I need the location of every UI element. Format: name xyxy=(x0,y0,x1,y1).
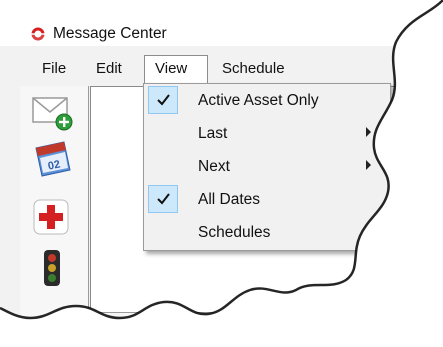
menu-item-label: Schedules xyxy=(198,224,271,241)
menu-file[interactable]: File xyxy=(32,55,76,83)
submenu-arrow-icon xyxy=(366,226,371,236)
check-box-highlight xyxy=(148,86,178,114)
submenu-arrow-icon xyxy=(366,127,371,137)
window-title: Message Center xyxy=(53,25,167,42)
message-center-window: Message Center File Edit View Schedule 0… xyxy=(0,0,443,338)
menu-item-label: Last xyxy=(198,125,228,142)
menu-item-all-dates[interactable]: All Dates xyxy=(144,183,390,215)
submenu-arrow-icon xyxy=(366,160,371,170)
red-cross-icon[interactable] xyxy=(30,198,76,238)
title-bar: Message Center xyxy=(0,0,443,46)
menu-item-label: All Dates xyxy=(198,191,261,208)
menu-item-label: Next xyxy=(198,158,230,175)
horizontal-scrollbar[interactable] xyxy=(92,312,244,324)
menu-item-active-asset-only[interactable]: Active Asset Only xyxy=(144,84,390,116)
checkmark-icon xyxy=(157,94,170,106)
menu-item-last[interactable]: Last xyxy=(144,117,390,149)
traffic-light-icon[interactable] xyxy=(30,248,76,288)
new-message-icon[interactable] xyxy=(30,92,76,132)
menu-edit[interactable]: Edit xyxy=(86,55,132,83)
column-header-fragment: e xyxy=(390,96,399,113)
menu-view[interactable]: View xyxy=(144,55,208,83)
menu-bar: File Edit View Schedule xyxy=(20,55,443,83)
menu-schedule[interactable]: Schedule xyxy=(212,55,295,83)
calendar-icon[interactable]: 02 xyxy=(30,138,76,180)
app-logo-icon xyxy=(30,26,46,42)
menu-item-label: Active Asset Only xyxy=(198,92,319,109)
checkmark-icon xyxy=(157,193,170,205)
left-toolbar: 02 xyxy=(20,86,89,346)
calendar-day-label: 02 xyxy=(47,158,61,172)
menu-item-next[interactable]: Next xyxy=(144,150,390,182)
menu-item-schedules[interactable]: Schedules xyxy=(144,216,390,248)
check-box-highlight xyxy=(148,185,178,213)
view-menu-dropdown: Active Asset Only Last Next All Dates Sc… xyxy=(143,83,391,251)
